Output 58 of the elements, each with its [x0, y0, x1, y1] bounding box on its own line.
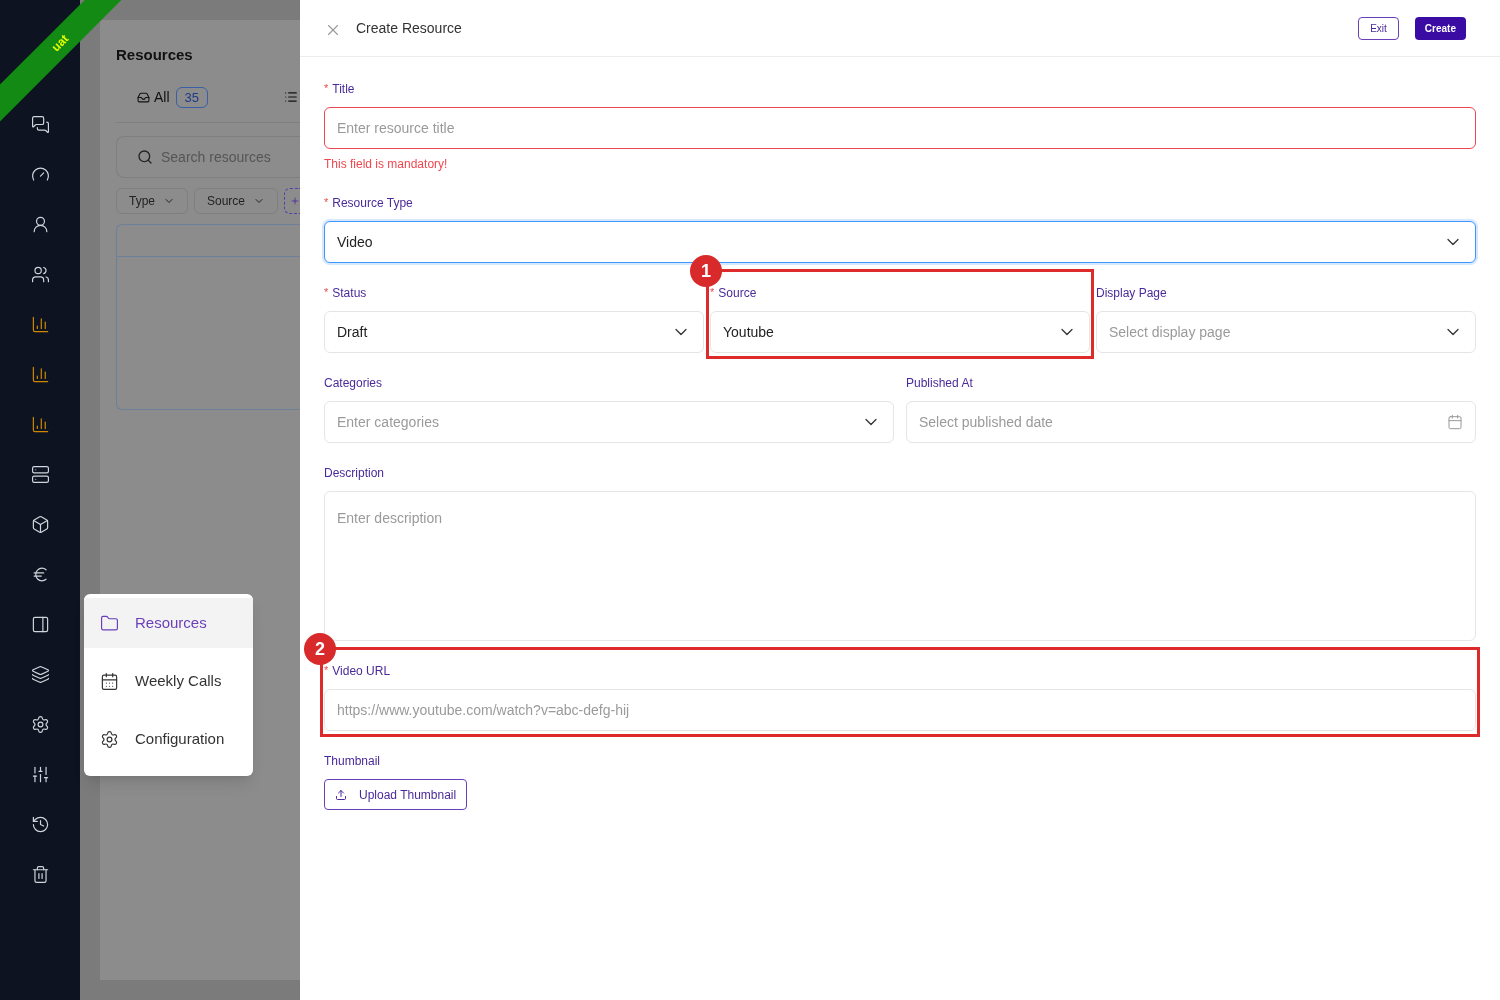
- count-badge: 35: [175, 86, 209, 108]
- field-placeholder: https://www.youtube.com/watch?v=abc-defg-hij: [337, 700, 630, 720]
- search-icon: [137, 149, 153, 165]
- field-label: Video URL: [332, 662, 391, 680]
- select-field[interactable]: Enter categories: [324, 401, 894, 443]
- folder-icon: [100, 613, 119, 633]
- field-label: Display Page: [1096, 284, 1167, 302]
- required-asterisk: *: [324, 81, 329, 97]
- calendar-icon: [100, 671, 119, 691]
- filter-button[interactable]: Type: [116, 188, 188, 214]
- menu-item[interactable]: Weekly Calls: [84, 656, 253, 706]
- select-field[interactable]: Draft: [324, 311, 704, 353]
- select-field[interactable]: Video: [324, 221, 1476, 263]
- required-asterisk: *: [324, 663, 329, 679]
- list-icon[interactable]: [284, 90, 299, 105]
- field-placeholder: Enter description: [337, 510, 443, 526]
- select-field[interactable]: Youtube: [710, 311, 1090, 353]
- menu-item[interactable]: Resources: [84, 598, 253, 648]
- calendar-icon: [1447, 414, 1463, 430]
- filter-button[interactable]: Source: [194, 188, 279, 214]
- textarea-field[interactable]: Enter description: [324, 491, 1476, 641]
- field-value: Draft: [337, 322, 368, 342]
- exit-button[interactable]: Exit: [1358, 16, 1399, 40]
- field-label: Description: [324, 464, 385, 482]
- field-placeholder: Enter categories: [337, 412, 439, 432]
- field-placeholder: Select display page: [1109, 322, 1231, 342]
- field-label: Source: [718, 284, 757, 302]
- create-button[interactable]: Create: [1414, 16, 1466, 40]
- field-label: Thumbnail: [324, 752, 381, 770]
- field-label: Published At: [906, 374, 973, 392]
- field-label: Title: [332, 80, 355, 98]
- text-field[interactable]: Enter resource title: [324, 107, 1476, 149]
- field-placeholder: Select published date: [919, 412, 1053, 432]
- callout-number: 2: [304, 633, 336, 665]
- settings-icon: [100, 729, 119, 749]
- error-message: This field is mandatory!: [324, 156, 449, 173]
- date-field[interactable]: Select published date: [906, 401, 1476, 443]
- field-value: Youtube: [723, 322, 774, 342]
- field-label: Categories: [324, 374, 383, 392]
- field-placeholder: Enter resource title: [337, 118, 455, 138]
- upload-icon: [335, 788, 347, 801]
- plus-icon: [290, 196, 300, 206]
- field-value: Video: [337, 232, 373, 252]
- menu-item[interactable]: Configuration: [84, 714, 253, 764]
- all-tab[interactable]: All: [137, 86, 170, 108]
- callout-number: 1: [690, 255, 722, 287]
- field-label: Resource Type: [332, 194, 413, 212]
- inbox-icon: [137, 90, 150, 104]
- required-asterisk: *: [710, 285, 715, 301]
- ribbon-label: uat: [47, 30, 73, 56]
- text-field[interactable]: https://www.youtube.com/watch?v=abc-defg-hij: [324, 689, 1476, 731]
- required-asterisk: *: [324, 195, 329, 211]
- page-title: Resources: [116, 45, 194, 65]
- select-field[interactable]: Select display page: [1096, 311, 1476, 353]
- upload-button[interactable]: Upload Thumbnail: [324, 779, 468, 810]
- required-asterisk: *: [324, 285, 329, 301]
- drawer-title: Create Resource: [356, 18, 462, 38]
- field-label: Status: [332, 284, 367, 302]
